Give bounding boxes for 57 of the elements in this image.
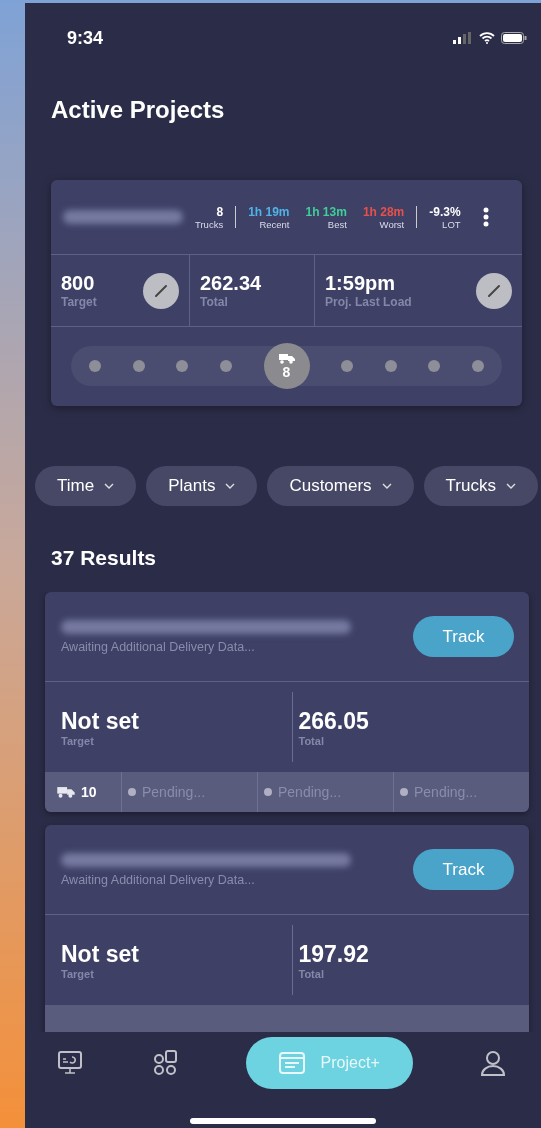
duration-value: 1h 13m [305,204,347,219]
total-label: Total [298,967,325,980]
profile-icon [480,1050,506,1076]
pending-dot-icon [128,788,136,796]
metric-value: 1:59pm [325,272,397,295]
page-title: Active Projects [51,96,226,124]
filter-dropdown[interactable]: Plants [146,466,258,506]
duration-label: Worst [379,218,405,230]
edit-button[interactable] [476,272,512,309]
truck-count-label: Trucks [195,218,224,230]
battery-icon [501,32,527,44]
duration-label: Best [327,218,347,230]
chevron-down-icon [104,483,115,489]
metric-value: 800 [61,272,96,295]
target-label: Target [61,967,95,980]
document-icon [278,1052,305,1074]
target-label: Target [61,734,95,747]
signal-icon [453,32,473,44]
truck-count: 8 [216,204,224,219]
truck-count: 10 [81,784,97,800]
duration-value: 1h 19m [248,204,290,219]
chevron-down-icon [225,483,236,489]
lot-value: -9.3% [429,204,461,219]
total-label: Total [298,734,325,747]
filter-dropdown[interactable]: Time [35,466,137,506]
target-value: Not set [61,940,140,968]
pencil-icon [154,283,168,298]
profile-tab[interactable] [478,1048,508,1078]
project-status: Awaiting Additional Delivery Data... [61,639,256,654]
filter-dropdown[interactable]: Customers [267,466,414,506]
chevron-down-icon [381,483,392,489]
total-value: 197.92 [298,940,370,968]
project-status: Awaiting Additional Delivery Data... [61,872,256,887]
more-options-icon[interactable] [482,207,489,227]
duration-value: 1h 28m [362,204,405,219]
metric-label: Target [61,295,97,309]
apps-grid-icon [152,1050,179,1076]
status-time: 9:34 [67,27,104,49]
truck-icon [278,352,295,364]
pending-dot-icon [264,788,272,796]
current-truck-marker: 8 [263,343,310,389]
metric-value: 262.34 [200,272,262,295]
pencil-icon [487,283,501,298]
monitor-icon [57,1050,83,1076]
total-value: 266.05 [298,707,370,735]
filter-dropdown[interactable]: Trucks [423,466,538,506]
duration-label: Recent [259,218,290,230]
lot-label: LOT [442,218,461,230]
truck-icon [57,786,75,798]
edit-button[interactable] [143,272,179,309]
target-value: Not set [61,707,140,735]
results-count: 37 Results [51,546,158,570]
wifi-icon [479,32,495,44]
metric-label: Total [200,295,229,309]
metric-label: Proj. Last Load [325,295,412,309]
pending-dot-icon [400,788,408,796]
chevron-down-icon [505,483,516,489]
